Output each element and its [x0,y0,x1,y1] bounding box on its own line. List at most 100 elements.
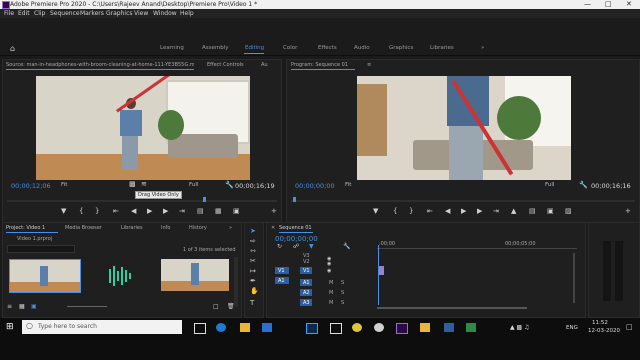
eye-v2-icon[interactable]: ◉ [327,261,331,267]
project-audio-thumbnail[interactable] [93,263,153,289]
project-overflow-icon[interactable]: » [229,225,232,231]
audio-tab[interactable]: Au [261,62,268,68]
add-marker-timeline-icon[interactable]: ▼ [309,243,314,250]
notification-icon[interactable]: □ [626,323,633,331]
program-go-to-in-icon[interactable]: ⇤ [427,207,433,215]
program-playhead[interactable] [293,197,296,202]
menu-window[interactable]: Window [153,10,177,17]
project-search-input[interactable] [7,245,75,253]
menu-clip[interactable]: Clip [34,10,45,17]
file-explorer-2-icon[interactable] [420,323,430,332]
workspace-color[interactable]: Color [283,45,297,51]
source-settings-icon[interactable]: 🔧 [225,181,234,189]
extract-icon[interactable]: ▤ [529,207,536,215]
clock-time[interactable]: 11:52 [592,320,608,326]
timeline-timecode[interactable]: 00;00;00;00 [275,235,318,243]
go-to-in-icon[interactable]: ⇤ [113,207,119,215]
project-clip-thumbnail-selected[interactable] [9,259,81,293]
source-scrubber[interactable] [7,200,277,202]
close-icon[interactable]: ✕ [626,0,632,8]
workspace-overflow-icon[interactable]: » [481,45,484,51]
program-mark-in-icon[interactable]: { [393,207,397,215]
linked-selection-icon[interactable]: ☍ [293,243,299,250]
overwrite-icon[interactable]: ▦ [215,207,222,215]
workspace-learning[interactable]: Learning [160,45,184,51]
export-frame-icon[interactable]: ▣ [233,207,240,215]
project-sequence-thumbnail[interactable] [161,259,229,291]
razor-tool-icon[interactable]: ✂ [250,257,256,265]
clock-date[interactable]: 12-03-2020 [588,328,620,334]
timeline-close-icon[interactable]: ✕ [271,225,275,231]
source-timecode-in[interactable]: 00;00;12;06 [11,182,51,190]
mute-a2-button[interactable]: M [329,290,333,296]
program-settings-icon[interactable]: 🔧 [579,181,588,189]
premiere-taskbar-icon[interactable] [396,323,408,334]
program-export-frame-icon[interactable]: ▣ [547,207,554,215]
chrome-icon[interactable] [352,323,362,332]
source-add-button-icon[interactable]: + [271,207,277,215]
effect-controls-tab[interactable]: Effect Controls [207,62,244,68]
program-go-to-out-icon[interactable]: ⇥ [493,207,499,215]
mark-in-icon[interactable]: { [79,207,83,215]
program-full-select[interactable]: Full [545,182,554,188]
program-timecode-in[interactable]: 00;00;00;00 [295,182,335,190]
workspace-assembly[interactable]: Assembly [202,45,229,51]
workspace-graphics[interactable]: Graphics [389,45,413,51]
file-explorer-icon[interactable] [240,323,250,332]
new-item-icon[interactable]: □ [213,303,219,310]
source-playhead[interactable] [203,197,206,202]
workspace-libraries[interactable]: Libraries [430,45,454,51]
menu-graphics[interactable]: Graphics [106,10,133,17]
selection-tool-icon[interactable]: ➤ [250,227,256,235]
mark-out-icon[interactable]: } [95,207,99,215]
drag-video-only-icon[interactable]: ▩ [129,180,136,188]
program-add-button-icon[interactable]: + [625,207,631,215]
menu-sequence[interactable]: Sequence [50,10,80,17]
menu-markers[interactable]: Markers [80,10,104,17]
program-scrubber[interactable] [291,200,635,202]
tab-history[interactable]: History [189,225,207,231]
comparison-view-icon[interactable]: ▨ [565,207,572,215]
project-scrollbar[interactable] [234,257,238,307]
timeline-ruler[interactable] [377,248,577,249]
photoshop-icon[interactable] [306,323,318,334]
timeline-v-scrollbar[interactable] [573,253,575,303]
solo-a3-button[interactable]: S [341,300,344,306]
tab-libraries[interactable]: Libraries [121,225,143,231]
play-icon[interactable]: ▶ [147,207,152,215]
windows-start-icon[interactable]: ⊞ [6,322,14,332]
timeline-playhead[interactable] [378,245,379,305]
track-select-tool-icon[interactable]: ⇨ [250,237,256,245]
timeline-sequence-tab[interactable]: Sequence 01 [279,225,312,231]
taskbar-search-box[interactable]: ○ Type here to search [22,320,182,334]
menu-file[interactable]: File [4,10,14,17]
system-tray-icons[interactable]: ▲ ▩ ♫ [510,324,529,331]
timeline-h-scrollbar[interactable] [377,307,527,309]
step-back-icon[interactable]: ◀ [131,207,136,215]
language-indicator[interactable]: ENG [566,325,578,331]
media-player-icon[interactable] [466,323,476,332]
tab-media-browser[interactable]: Media Browser [65,225,102,231]
menu-help[interactable]: Help [180,10,194,17]
maximize-icon[interactable]: □ [605,0,612,8]
program-fit-select[interactable]: Fit [345,182,351,188]
word-icon[interactable] [444,323,454,332]
timeline-settings-icon[interactable]: 🔧 [343,243,350,250]
type-tool-icon[interactable]: T [250,299,254,307]
solo-a1-button[interactable]: S [341,280,344,286]
icon-view-icon[interactable]: ▦ [19,303,25,310]
tab-project[interactable]: Project: Video 1 [6,225,45,231]
program-step-forward-icon[interactable]: ▶ [477,207,482,215]
program-mark-out-icon[interactable]: } [409,207,413,215]
step-forward-icon[interactable]: ▶ [163,207,168,215]
edge-icon[interactable] [216,323,226,332]
freeform-view-icon[interactable]: ▣ [31,303,37,310]
ripple-edit-tool-icon[interactable]: ⇿ [250,247,256,255]
slip-tool-icon[interactable]: ↦ [250,267,256,275]
home-icon[interactable]: ⌂ [10,44,15,53]
program-add-marker-icon[interactable]: ▼ [373,207,378,215]
drag-audio-only-icon[interactable]: ≋ [141,180,147,188]
source-tab[interactable]: Source: man-in-headphones-with-broom-cle… [6,62,194,68]
program-play-icon[interactable]: ▶ [461,207,466,215]
menu-view[interactable]: View [134,10,148,17]
